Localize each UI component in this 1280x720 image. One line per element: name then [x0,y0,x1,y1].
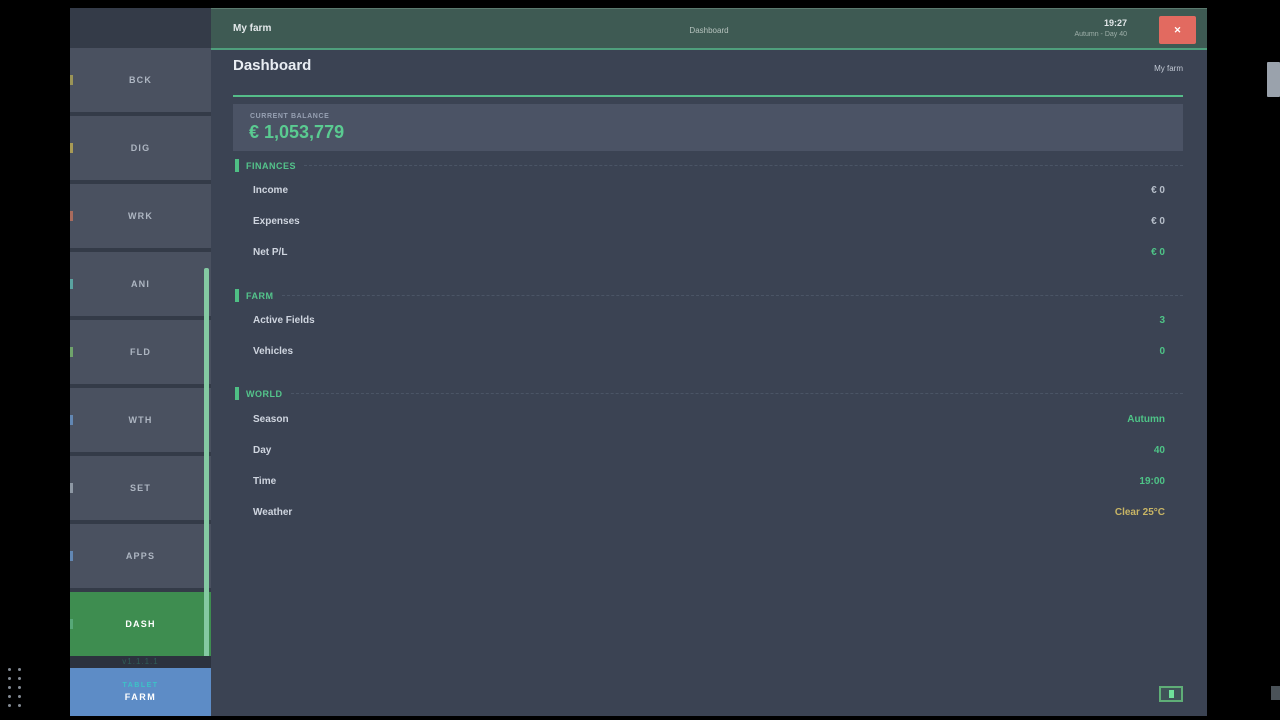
brand-top-label: TABLET [122,682,158,689]
row-expenses: Expenses € 0 [253,215,1165,228]
section-marker [235,289,239,302]
section-header-farm: FARM [235,289,1183,302]
page-farm-label: My farm [900,64,1183,73]
sidebar-item-label: WRK [128,211,153,221]
battery-level [1169,690,1174,698]
row-vehicles: Vehicles 0 [253,345,1165,358]
page-title: Dashboard [233,57,311,74]
section-divider [304,165,1183,166]
section-title: FARM [246,291,274,301]
dash-icon [70,619,73,629]
row-label: Net P/L [253,247,287,258]
balance-card: CURRENT BALANCE € 1,053,779 [233,104,1183,151]
section-title: WORLD [246,389,283,399]
sidebar-item-label: DIG [131,143,151,153]
sidebar-item-label: ANI [131,279,150,289]
brand-logo: TABLET FARM [70,668,211,716]
balance-value: € 1,053,779 [249,122,344,143]
titlebar: My farm Dashboard 19:27 Autumn - Day 40 … [211,8,1207,50]
row-day: Day 40 [253,444,1165,457]
sidebar-item-wrk[interactable]: WRK [70,184,211,248]
row-weather: Weather Clear 25°C [253,506,1165,519]
row-value: 40 [1154,445,1165,456]
balance-label: CURRENT BALANCE [250,113,329,120]
section-title: FINANCES [246,161,296,171]
sidebar-item-ani[interactable]: ANI [70,252,211,316]
sidebar-item-label: SET [130,483,151,493]
dig-icon [70,143,73,153]
close-icon: ✕ [1174,25,1182,36]
wth-icon [70,415,73,425]
row-value: 0 [1159,346,1165,357]
row-label: Vehicles [253,346,293,357]
window-scrollbar-end [1271,686,1280,700]
bck-icon [70,75,73,85]
row-value: 3 [1159,315,1165,326]
row-season: Season Autumn [253,413,1165,426]
row-label: Expenses [253,216,300,227]
sidebar-item-bck[interactable]: BCK [70,48,211,112]
row-label: Time [253,476,276,487]
sidebar-item-dash[interactable]: DASH [70,592,211,656]
apps-icon [70,551,73,561]
sidebar-item-wth[interactable]: WTH [70,388,211,452]
sidebar-item-set[interactable]: SET [70,456,211,520]
row-net-pl: Net P/L € 0 [253,246,1165,259]
row-active-fields: Active Fields 3 [253,314,1165,327]
row-income: Income € 0 [253,184,1165,197]
wrk-icon [70,211,73,221]
sidebar-item-label: DASH [125,619,155,629]
row-value: Autumn [1127,414,1165,425]
section-header-world: WORLD [235,387,1183,400]
row-value: Clear 25°C [1115,507,1165,518]
section-divider [291,393,1184,394]
row-time: Time 19:00 [253,475,1165,488]
clock-date: Autumn - Day 40 [927,31,1127,38]
battery-icon [1159,686,1183,702]
sidebar-item-label: BCK [129,75,152,85]
ani-icon [70,279,73,289]
sidebar-item-label: WTH [128,415,152,425]
section-marker [235,387,239,400]
game-screen: BCK DIG WRK ANI FLD WTH SET APPS DASH v1… [0,0,1280,720]
sidebar-scrollbar[interactable] [204,268,209,658]
accent-divider [233,95,1183,97]
section-divider [282,295,1184,296]
close-button[interactable]: ✕ [1159,16,1196,44]
sidebar-item-fld[interactable]: FLD [70,320,211,384]
section-header-finances: FINANCES [235,159,1183,172]
set-icon [70,483,73,493]
section-marker [235,159,239,172]
row-label: Active Fields [253,315,315,326]
row-label: Weather [253,507,292,518]
row-value: € 0 [1151,247,1165,258]
row-value: € 0 [1151,216,1165,227]
row-value: € 0 [1151,185,1165,196]
window-scrollbar-thumb[interactable] [1267,62,1280,97]
clock-time: 19:27 [927,18,1127,28]
row-label: Income [253,185,288,196]
row-label: Season [253,414,289,425]
app-version: v1.1.1.1 [70,656,211,668]
row-label: Day [253,445,271,456]
brand-bottom-label: FARM [125,692,157,702]
dot-grid-decoration [8,668,21,707]
sidebar-item-label: APPS [126,551,155,561]
sidebar-item-label: FLD [130,347,151,357]
row-value: 19:00 [1139,476,1165,487]
fld-icon [70,347,73,357]
sidebar-item-dig[interactable]: DIG [70,116,211,180]
sidebar-item-apps[interactable]: APPS [70,524,211,588]
